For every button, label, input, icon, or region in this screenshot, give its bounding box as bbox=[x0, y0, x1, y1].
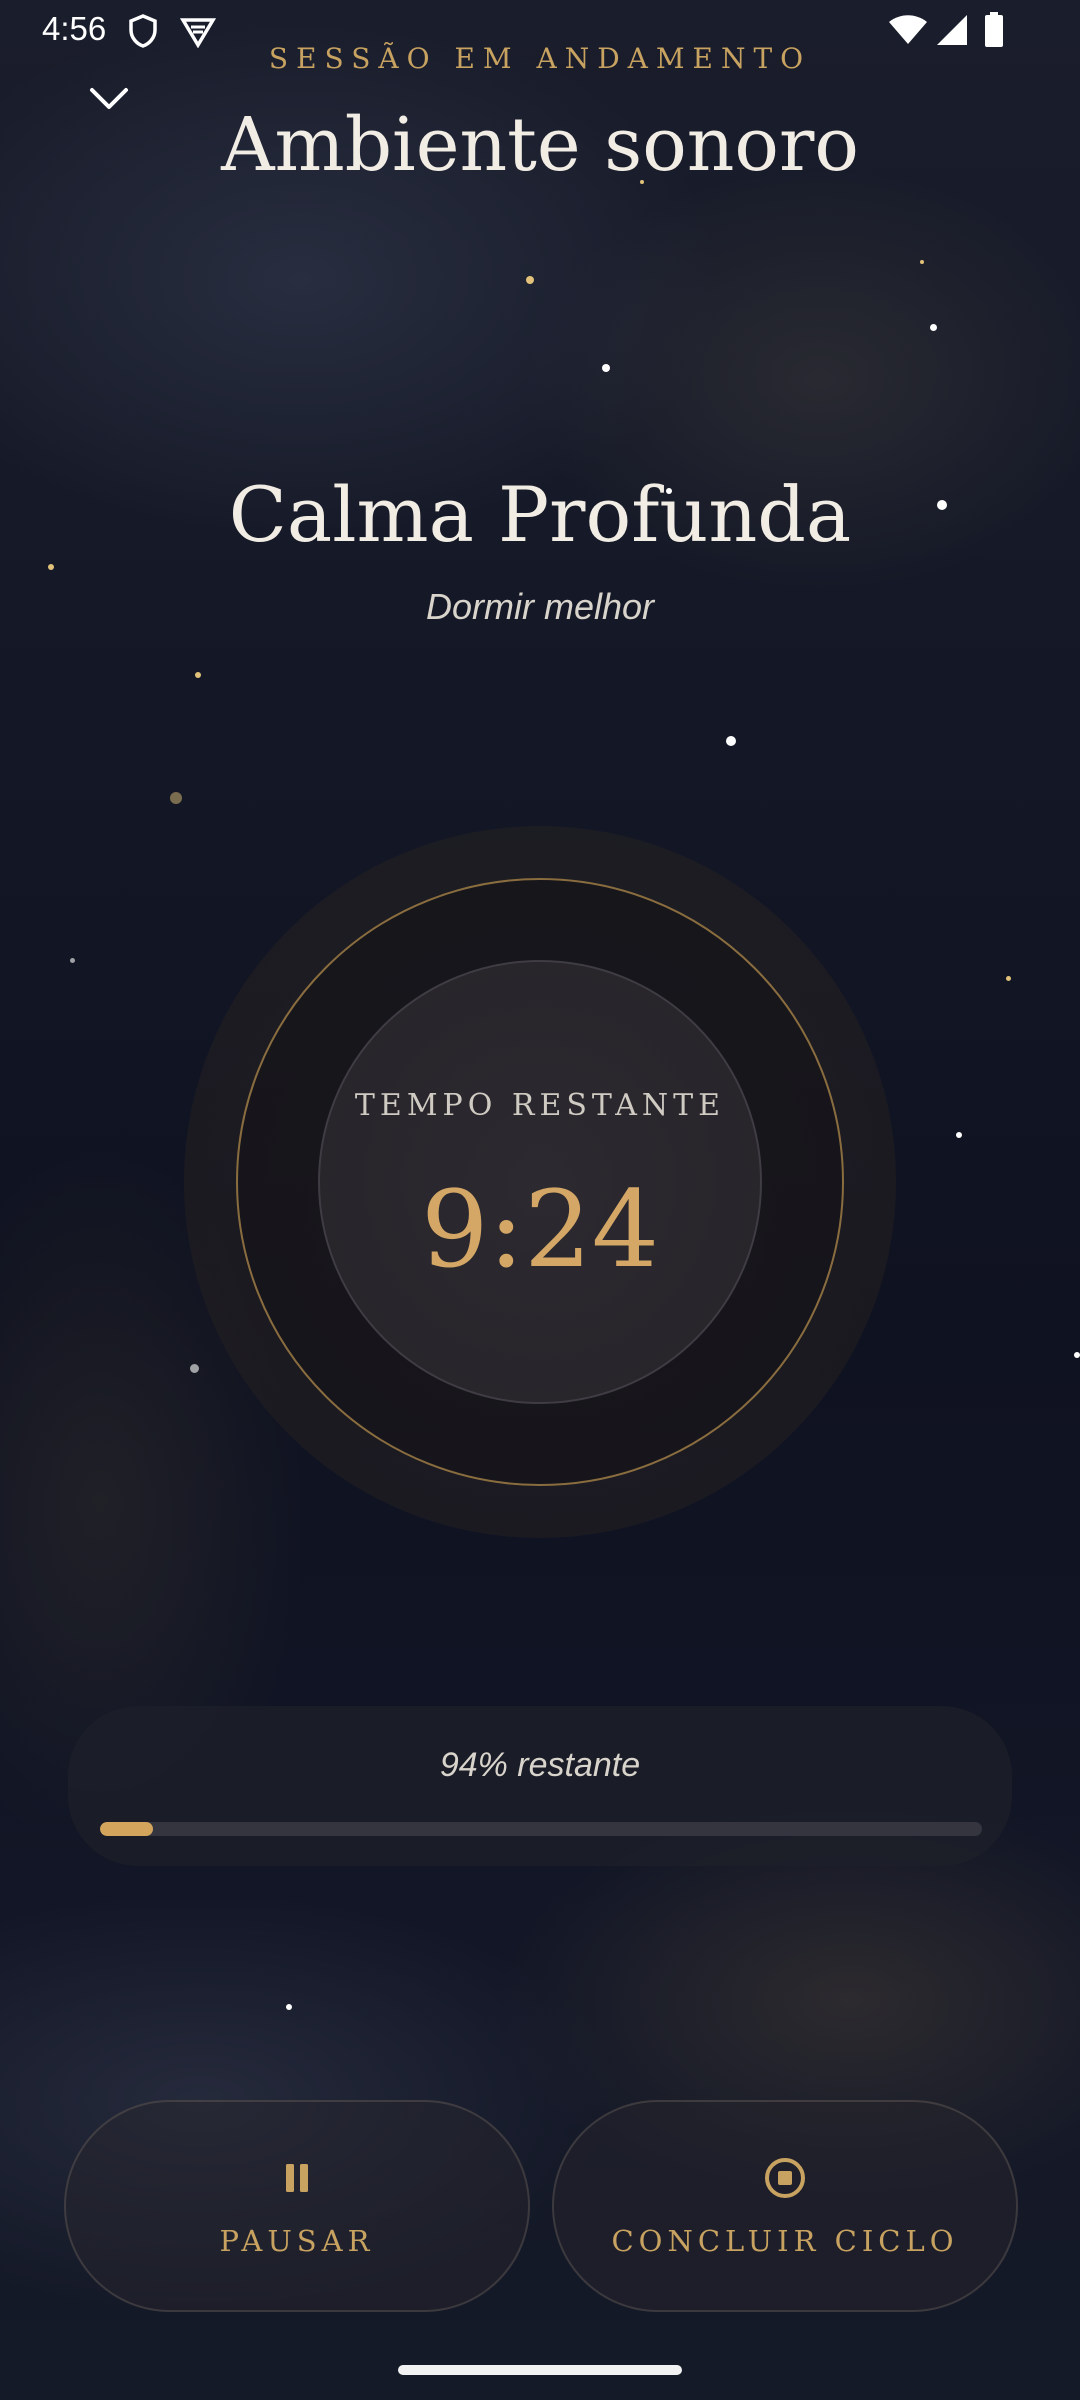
session-overline: SESSÃO EM ANDAMENTO bbox=[268, 42, 812, 75]
page-title: Ambiente sonoro bbox=[221, 102, 859, 188]
track-title: Calma Profunda bbox=[228, 470, 852, 559]
pause-button-label: PAUSAR bbox=[219, 2224, 375, 2258]
pause-button[interactable]: PAUSAR bbox=[64, 2100, 530, 2312]
home-indicator bbox=[398, 2365, 682, 2375]
stop-icon bbox=[765, 2158, 805, 2198]
progress-text: 94% restante bbox=[439, 1746, 641, 1784]
finish-cycle-button[interactable]: CONCLUIR CICLO bbox=[552, 2100, 1018, 2312]
progress-card bbox=[68, 1706, 1012, 1866]
finish-cycle-button-label: CONCLUIR CICLO bbox=[611, 2224, 959, 2258]
pause-icon bbox=[286, 2164, 308, 2192]
progress-bar bbox=[100, 1822, 982, 1836]
timer-label: TEMPO RESTANTE bbox=[354, 1088, 726, 1123]
progress-bar-fill bbox=[100, 1822, 153, 1836]
timer-value: 9:24 bbox=[420, 1168, 660, 1291]
track-subtitle: Dormir melhor bbox=[425, 586, 655, 627]
